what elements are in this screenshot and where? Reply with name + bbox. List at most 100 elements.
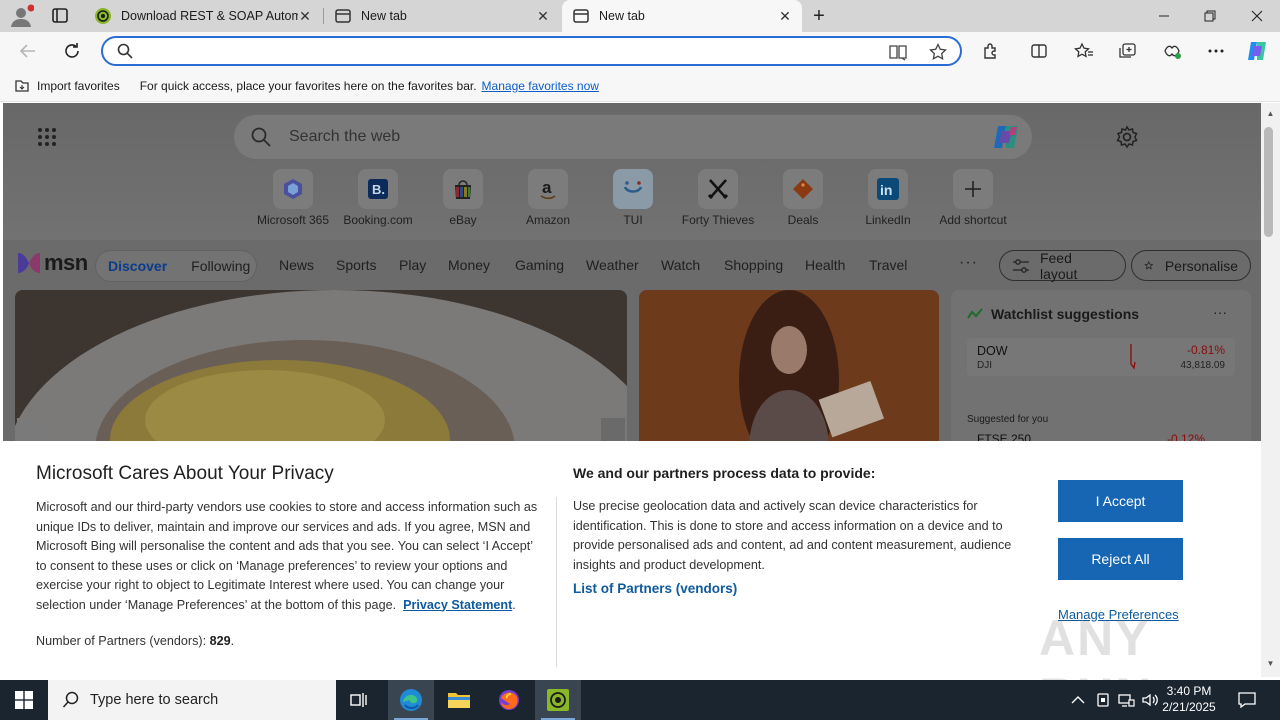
firefox-icon[interactable] [486,680,532,720]
feed-layout-label: Feed layout [1039,249,1078,282]
privacy-statement-link[interactable]: Privacy Statement [403,598,512,612]
svg-text:a: a [542,178,552,197]
refresh-icon[interactable] [58,38,86,64]
page-settings-gear-icon[interactable] [1115,125,1139,149]
newtab-favicon-icon [334,7,352,25]
copilot-search-icon[interactable] [991,123,1021,151]
nav-more-button[interactable]: ··· [959,254,978,272]
shortcut-label: TUI [623,213,643,227]
nav-sports[interactable]: Sports [336,257,376,273]
device-tray-icon[interactable] [1093,690,1113,710]
volume-icon[interactable] [1140,690,1160,710]
tab-title: New tab [361,9,407,23]
reject-all-button[interactable]: Reject All [1058,538,1183,580]
news-card-portrait-image[interactable] [639,290,939,450]
shortcut-label: Deals [787,213,819,227]
edge-taskbar-icon[interactable] [388,680,434,720]
scroll-up-arrow-icon[interactable]: ▲ [1265,109,1276,121]
feed-layout-button[interactable]: Feed layout [999,249,1126,282]
nav-news[interactable]: News [279,257,314,273]
privacy-body-text: Microsoft and our third-party vendors us… [36,500,538,612]
favorites-bar-message: For quick access, place your favorites h… [139,78,477,93]
profile-icon[interactable] [8,4,35,28]
extensions-icon[interactable] [978,38,1004,64]
browser-essentials-icon[interactable] [1159,38,1185,64]
soapui-favicon-icon [94,7,112,25]
shortcut-booking[interactable]: B. Booking.com [338,169,418,227]
shortcut-deals[interactable]: Deals [763,169,843,227]
more-options-icon[interactable] [1203,38,1229,64]
tab-actions-icon[interactable] [48,6,72,26]
nav-travel[interactable]: Travel [869,257,907,273]
taskbar-search-placeholder: Type here to search [90,692,219,708]
amazon-icon: a [540,178,556,199]
new-tab-plus-icon[interactable]: + [808,5,830,27]
close-icon[interactable]: ✕ [298,9,312,23]
collections-icon[interactable] [1115,38,1141,64]
close-icon[interactable]: ✕ [536,9,550,23]
app-launcher-icon[interactable] [37,127,57,147]
list-of-partners-link[interactable]: List of Partners (vendors) [573,581,737,596]
news-card-food-image[interactable] [15,290,627,450]
manage-favorites-link[interactable]: Manage favorites now [482,79,599,93]
windows-start-icon[interactable] [0,680,48,720]
privacy-consent-banner: Microsoft Cares About Your Privacy Micro… [3,441,1261,720]
show-hidden-icons-chevron-icon[interactable] [1068,690,1088,710]
scrollbar-thumb[interactable] [1264,127,1273,237]
taskbar-clock[interactable]: 3:40 PM 2/21/2025 [1160,683,1218,715]
close-icon[interactable]: ✕ [778,9,792,23]
file-explorer-icon[interactable] [436,680,482,720]
minimize-icon[interactable] [1141,0,1187,32]
page-scrollbar[interactable]: ▲ ▼ [1261,103,1280,677]
address-bar[interactable] [101,36,962,66]
taskbar-search-box[interactable]: Type here to search [48,680,336,720]
nav-gaming[interactable]: Gaming [515,257,564,273]
nav-money[interactable]: Money [448,257,490,273]
partners-count: 829 [209,634,231,648]
soapui-taskbar-icon[interactable] [535,680,581,720]
favorites-bar: Import favorites For quick access, place… [0,70,1280,102]
watchlist-title: Watchlist suggestions [991,306,1140,322]
accept-button[interactable]: I Accept [1058,480,1183,522]
web-search-box[interactable] [233,114,1033,160]
tab-new-tab-active[interactable]: New tab ✕ [562,0,802,32]
shortcut-forty-thieves[interactable]: Forty Thieves [678,169,758,227]
nav-health[interactable]: Health [805,257,845,273]
split-screen-icon[interactable] [1026,38,1052,64]
shortcut-label: Forty Thieves [681,213,755,227]
personalise-button[interactable]: Personalise [1131,250,1251,281]
scroll-down-arrow-icon[interactable]: ▼ [1265,659,1276,671]
shortcut-amazon[interactable]: a Amazon [508,169,588,227]
close-window-icon[interactable] [1234,0,1280,32]
shortcut-linkedin[interactable]: in LinkedIn [848,169,928,227]
restore-icon[interactable] [1187,0,1233,32]
shortcut-tui[interactable]: TUI [593,169,673,227]
watchlist-more-button[interactable]: ··· [1213,304,1227,320]
shortcut-add[interactable]: Add shortcut [933,169,1013,227]
tab-new-tab[interactable]: New tab ✕ [324,0,560,32]
favorites-icon[interactable] [1071,38,1097,64]
tab-discover[interactable]: Discover [96,258,179,274]
tab-download-rest[interactable]: Download REST & SOAP Automa ✕ [84,0,322,32]
task-view-icon[interactable] [336,680,382,720]
nav-play[interactable]: Play [399,257,426,273]
nav-watch[interactable]: Watch [661,257,700,273]
tab-following[interactable]: Following [179,258,262,274]
shortcut-ebay[interactable]: eBay [423,169,503,227]
address-input[interactable] [139,42,879,60]
shortcut-label: Booking.com [343,213,413,227]
nav-shopping[interactable]: Shopping [724,257,783,273]
ticker-row[interactable]: DOW DJI -0.81% 43,818.09 [967,338,1235,376]
copilot-icon[interactable] [1244,38,1270,64]
back-arrow-icon[interactable] [14,38,42,64]
network-icon[interactable] [1116,690,1136,710]
favorite-star-icon[interactable] [929,42,947,64]
shortcuts-row: Microsoft 365 B. Booking.com eBay a Amaz… [253,169,1033,229]
web-search-input[interactable] [289,126,969,148]
nav-weather[interactable]: Weather [586,257,639,273]
shortcut-microsoft365[interactable]: Microsoft 365 [253,169,333,227]
import-favorites-button[interactable]: Import favorites [14,79,120,93]
notification-center-icon[interactable] [1232,688,1262,712]
msn-logo[interactable]: msn [16,250,88,276]
immersive-reader-icon[interactable] [888,43,908,64]
